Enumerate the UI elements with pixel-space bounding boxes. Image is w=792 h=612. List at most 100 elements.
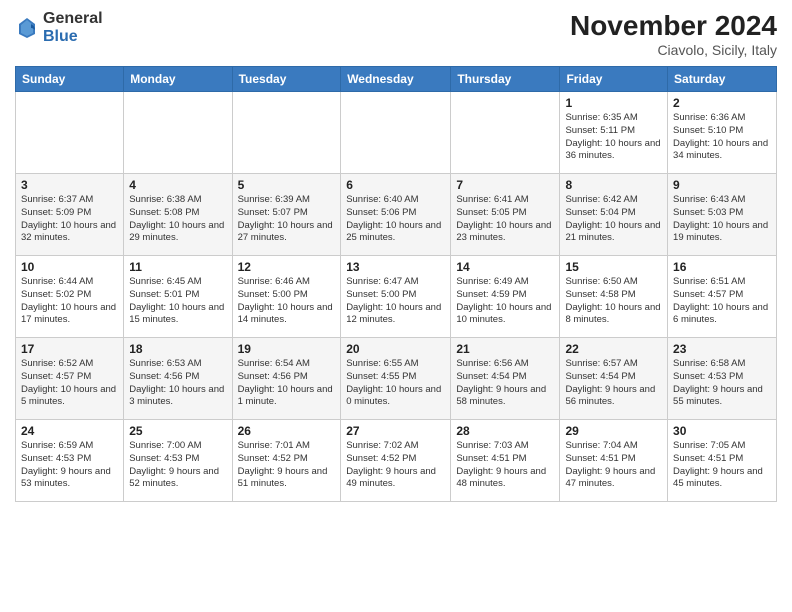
- day-number: 30: [673, 424, 771, 438]
- logo: General Blue: [15, 10, 103, 45]
- day-number: 26: [238, 424, 336, 438]
- day-cell-8: 8 Sunrise: 6:42 AMSunset: 5:04 PMDaylight…: [560, 174, 668, 256]
- weekday-header-tuesday: Tuesday: [232, 67, 341, 92]
- day-number: 18: [129, 342, 226, 356]
- day-cell-14: 14 Sunrise: 6:49 AMSunset: 4:59 PMDayligh…: [451, 256, 560, 338]
- day-info: Sunrise: 6:43 AMSunset: 5:03 PMDaylight:…: [673, 194, 771, 245]
- day-cell-6: 6 Sunrise: 6:40 AMSunset: 5:06 PMDaylight…: [341, 174, 451, 256]
- weekday-header-saturday: Saturday: [668, 67, 777, 92]
- day-number: 12: [238, 260, 336, 274]
- day-cell-23: 23 Sunrise: 6:58 AMSunset: 4:53 PMDayligh…: [668, 338, 777, 420]
- day-cell-17: 17Sunrise: 6:52 AMSunset: 4:57 PMDayligh…: [16, 338, 124, 420]
- day-info: Sunrise: 7:05 AMSunset: 4:51 PMDaylight:…: [673, 440, 771, 491]
- empty-cell: [124, 92, 232, 174]
- weekday-header-sunday: Sunday: [16, 67, 124, 92]
- day-cell-13: 13 Sunrise: 6:47 AMSunset: 5:00 PMDayligh…: [341, 256, 451, 338]
- day-info: Sunrise: 6:56 AMSunset: 4:54 PMDaylight:…: [456, 358, 554, 409]
- week-row-3: 10 Sunrise: 6:44 AMSunset: 5:02 PMDayligh…: [16, 256, 777, 338]
- day-cell-7: 7 Sunrise: 6:41 AMSunset: 5:05 PMDaylight…: [451, 174, 560, 256]
- day-cell-29: 29 Sunrise: 7:04 AMSunset: 4:51 PMDayligh…: [560, 420, 668, 502]
- day-info: Sunrise: 6:49 AMSunset: 4:59 PMDaylight:…: [456, 276, 554, 327]
- day-number: 13: [346, 260, 445, 274]
- month-title: November 2024: [570, 10, 777, 42]
- day-info: Sunrise: 6:57 AMSunset: 4:54 PMDaylight:…: [565, 358, 662, 409]
- day-cell-3: 3 Sunrise: 6:37 AMSunset: 5:09 PMDaylight…: [16, 174, 124, 256]
- empty-cell: [451, 92, 560, 174]
- day-cell-18: 18 Sunrise: 6:53 AMSunset: 4:56 PMDayligh…: [124, 338, 232, 420]
- day-info: Sunrise: 6:52 AMSunset: 4:57 PMDaylight:…: [21, 358, 118, 409]
- day-number: 25: [129, 424, 226, 438]
- day-cell-25: 25Sunrise: 7:00 AMSunset: 4:53 PMDayligh…: [124, 420, 232, 502]
- day-info: Sunrise: 6:44 AMSunset: 5:02 PMDaylight:…: [21, 276, 118, 327]
- logo-general: General: [43, 10, 103, 28]
- day-number: 10: [21, 260, 118, 274]
- day-cell-28: 28 Sunrise: 7:03 AMSunset: 4:51 PMDayligh…: [451, 420, 560, 502]
- title-section: November 2024 Ciavolo, Sicily, Italy: [570, 10, 777, 58]
- day-cell-1: 1 Sunrise: 6:35 AMSunset: 5:11 PMDaylight…: [560, 92, 668, 174]
- day-number: 21: [456, 342, 554, 356]
- day-number: 3: [21, 178, 118, 192]
- week-row-2: 3 Sunrise: 6:37 AMSunset: 5:09 PMDaylight…: [16, 174, 777, 256]
- day-number: 6: [346, 178, 445, 192]
- empty-cell: [341, 92, 451, 174]
- day-info: Sunrise: 6:54 AMSunset: 4:56 PMDaylight:…: [238, 358, 336, 409]
- day-number: 23: [673, 342, 771, 356]
- day-info: Sunrise: 6:39 AMSunset: 5:07 PMDaylight:…: [238, 194, 336, 245]
- day-cell-24: 24Sunrise: 6:59 AMSunset: 4:53 PMDayligh…: [16, 420, 124, 502]
- day-info: Sunrise: 6:51 AMSunset: 4:57 PMDaylight:…: [673, 276, 771, 327]
- day-number: 19: [238, 342, 336, 356]
- logo-icon: [15, 16, 39, 40]
- weekday-header-thursday: Thursday: [451, 67, 560, 92]
- day-number: 28: [456, 424, 554, 438]
- day-info: Sunrise: 7:01 AMSunset: 4:52 PMDaylight:…: [238, 440, 336, 491]
- day-info: Sunrise: 7:03 AMSunset: 4:51 PMDaylight:…: [456, 440, 554, 491]
- day-info: Sunrise: 6:40 AMSunset: 5:06 PMDaylight:…: [346, 194, 445, 245]
- day-info: Sunrise: 6:42 AMSunset: 5:04 PMDaylight:…: [565, 194, 662, 245]
- day-info: Sunrise: 6:55 AMSunset: 4:55 PMDaylight:…: [346, 358, 445, 409]
- day-cell-19: 19 Sunrise: 6:54 AMSunset: 4:56 PMDayligh…: [232, 338, 341, 420]
- empty-cell: [232, 92, 341, 174]
- day-cell-30: 30 Sunrise: 7:05 AMSunset: 4:51 PMDayligh…: [668, 420, 777, 502]
- day-info: Sunrise: 6:58 AMSunset: 4:53 PMDaylight:…: [673, 358, 771, 409]
- day-number: 1: [565, 96, 662, 110]
- day-number: 5: [238, 178, 336, 192]
- day-info: Sunrise: 6:47 AMSunset: 5:00 PMDaylight:…: [346, 276, 445, 327]
- day-info: Sunrise: 6:46 AMSunset: 5:00 PMDaylight:…: [238, 276, 336, 327]
- weekday-header-wednesday: Wednesday: [341, 67, 451, 92]
- day-cell-4: 4Sunrise: 6:38 AMSunset: 5:08 PMDaylight…: [124, 174, 232, 256]
- day-info: Sunrise: 7:02 AMSunset: 4:52 PMDaylight:…: [346, 440, 445, 491]
- day-number: 8: [565, 178, 662, 192]
- day-info: Sunrise: 6:35 AMSunset: 5:11 PMDaylight:…: [565, 112, 662, 163]
- day-cell-21: 21 Sunrise: 6:56 AMSunset: 4:54 PMDayligh…: [451, 338, 560, 420]
- day-cell-15: 15Sunrise: 6:50 AMSunset: 4:58 PMDayligh…: [560, 256, 668, 338]
- day-info: Sunrise: 6:50 AMSunset: 4:58 PMDaylight:…: [565, 276, 662, 327]
- header: General Blue November 2024 Ciavolo, Sici…: [15, 10, 777, 58]
- day-cell-9: 9Sunrise: 6:43 AMSunset: 5:03 PMDaylight…: [668, 174, 777, 256]
- logo-text: General Blue: [43, 10, 103, 45]
- day-number: 27: [346, 424, 445, 438]
- day-cell-27: 27 Sunrise: 7:02 AMSunset: 4:52 PMDayligh…: [341, 420, 451, 502]
- day-number: 7: [456, 178, 554, 192]
- day-info: Sunrise: 6:36 AMSunset: 5:10 PMDaylight:…: [673, 112, 771, 163]
- day-cell-16: 16Sunrise: 6:51 AMSunset: 4:57 PMDayligh…: [668, 256, 777, 338]
- day-number: 29: [565, 424, 662, 438]
- logo-blue: Blue: [43, 28, 103, 46]
- day-number: 22: [565, 342, 662, 356]
- day-number: 11: [129, 260, 226, 274]
- day-number: 4: [129, 178, 226, 192]
- page: General Blue November 2024 Ciavolo, Sici…: [0, 0, 792, 612]
- day-cell-22: 22 Sunrise: 6:57 AMSunset: 4:54 PMDayligh…: [560, 338, 668, 420]
- day-cell-2: 2Sunrise: 6:36 AMSunset: 5:10 PMDaylight…: [668, 92, 777, 174]
- day-info: Sunrise: 6:45 AMSunset: 5:01 PMDaylight:…: [129, 276, 226, 327]
- day-info: Sunrise: 6:53 AMSunset: 4:56 PMDaylight:…: [129, 358, 226, 409]
- day-info: Sunrise: 7:04 AMSunset: 4:51 PMDaylight:…: [565, 440, 662, 491]
- day-info: Sunrise: 6:41 AMSunset: 5:05 PMDaylight:…: [456, 194, 554, 245]
- weekday-header-friday: Friday: [560, 67, 668, 92]
- day-number: 14: [456, 260, 554, 274]
- day-cell-20: 20Sunrise: 6:55 AMSunset: 4:55 PMDayligh…: [341, 338, 451, 420]
- location: Ciavolo, Sicily, Italy: [570, 42, 777, 58]
- day-info: Sunrise: 6:37 AMSunset: 5:09 PMDaylight:…: [21, 194, 118, 245]
- calendar-table: SundayMondayTuesdayWednesdayThursdayFrid…: [15, 66, 777, 502]
- day-cell-10: 10 Sunrise: 6:44 AMSunset: 5:02 PMDayligh…: [16, 256, 124, 338]
- day-cell-26: 26 Sunrise: 7:01 AMSunset: 4:52 PMDayligh…: [232, 420, 341, 502]
